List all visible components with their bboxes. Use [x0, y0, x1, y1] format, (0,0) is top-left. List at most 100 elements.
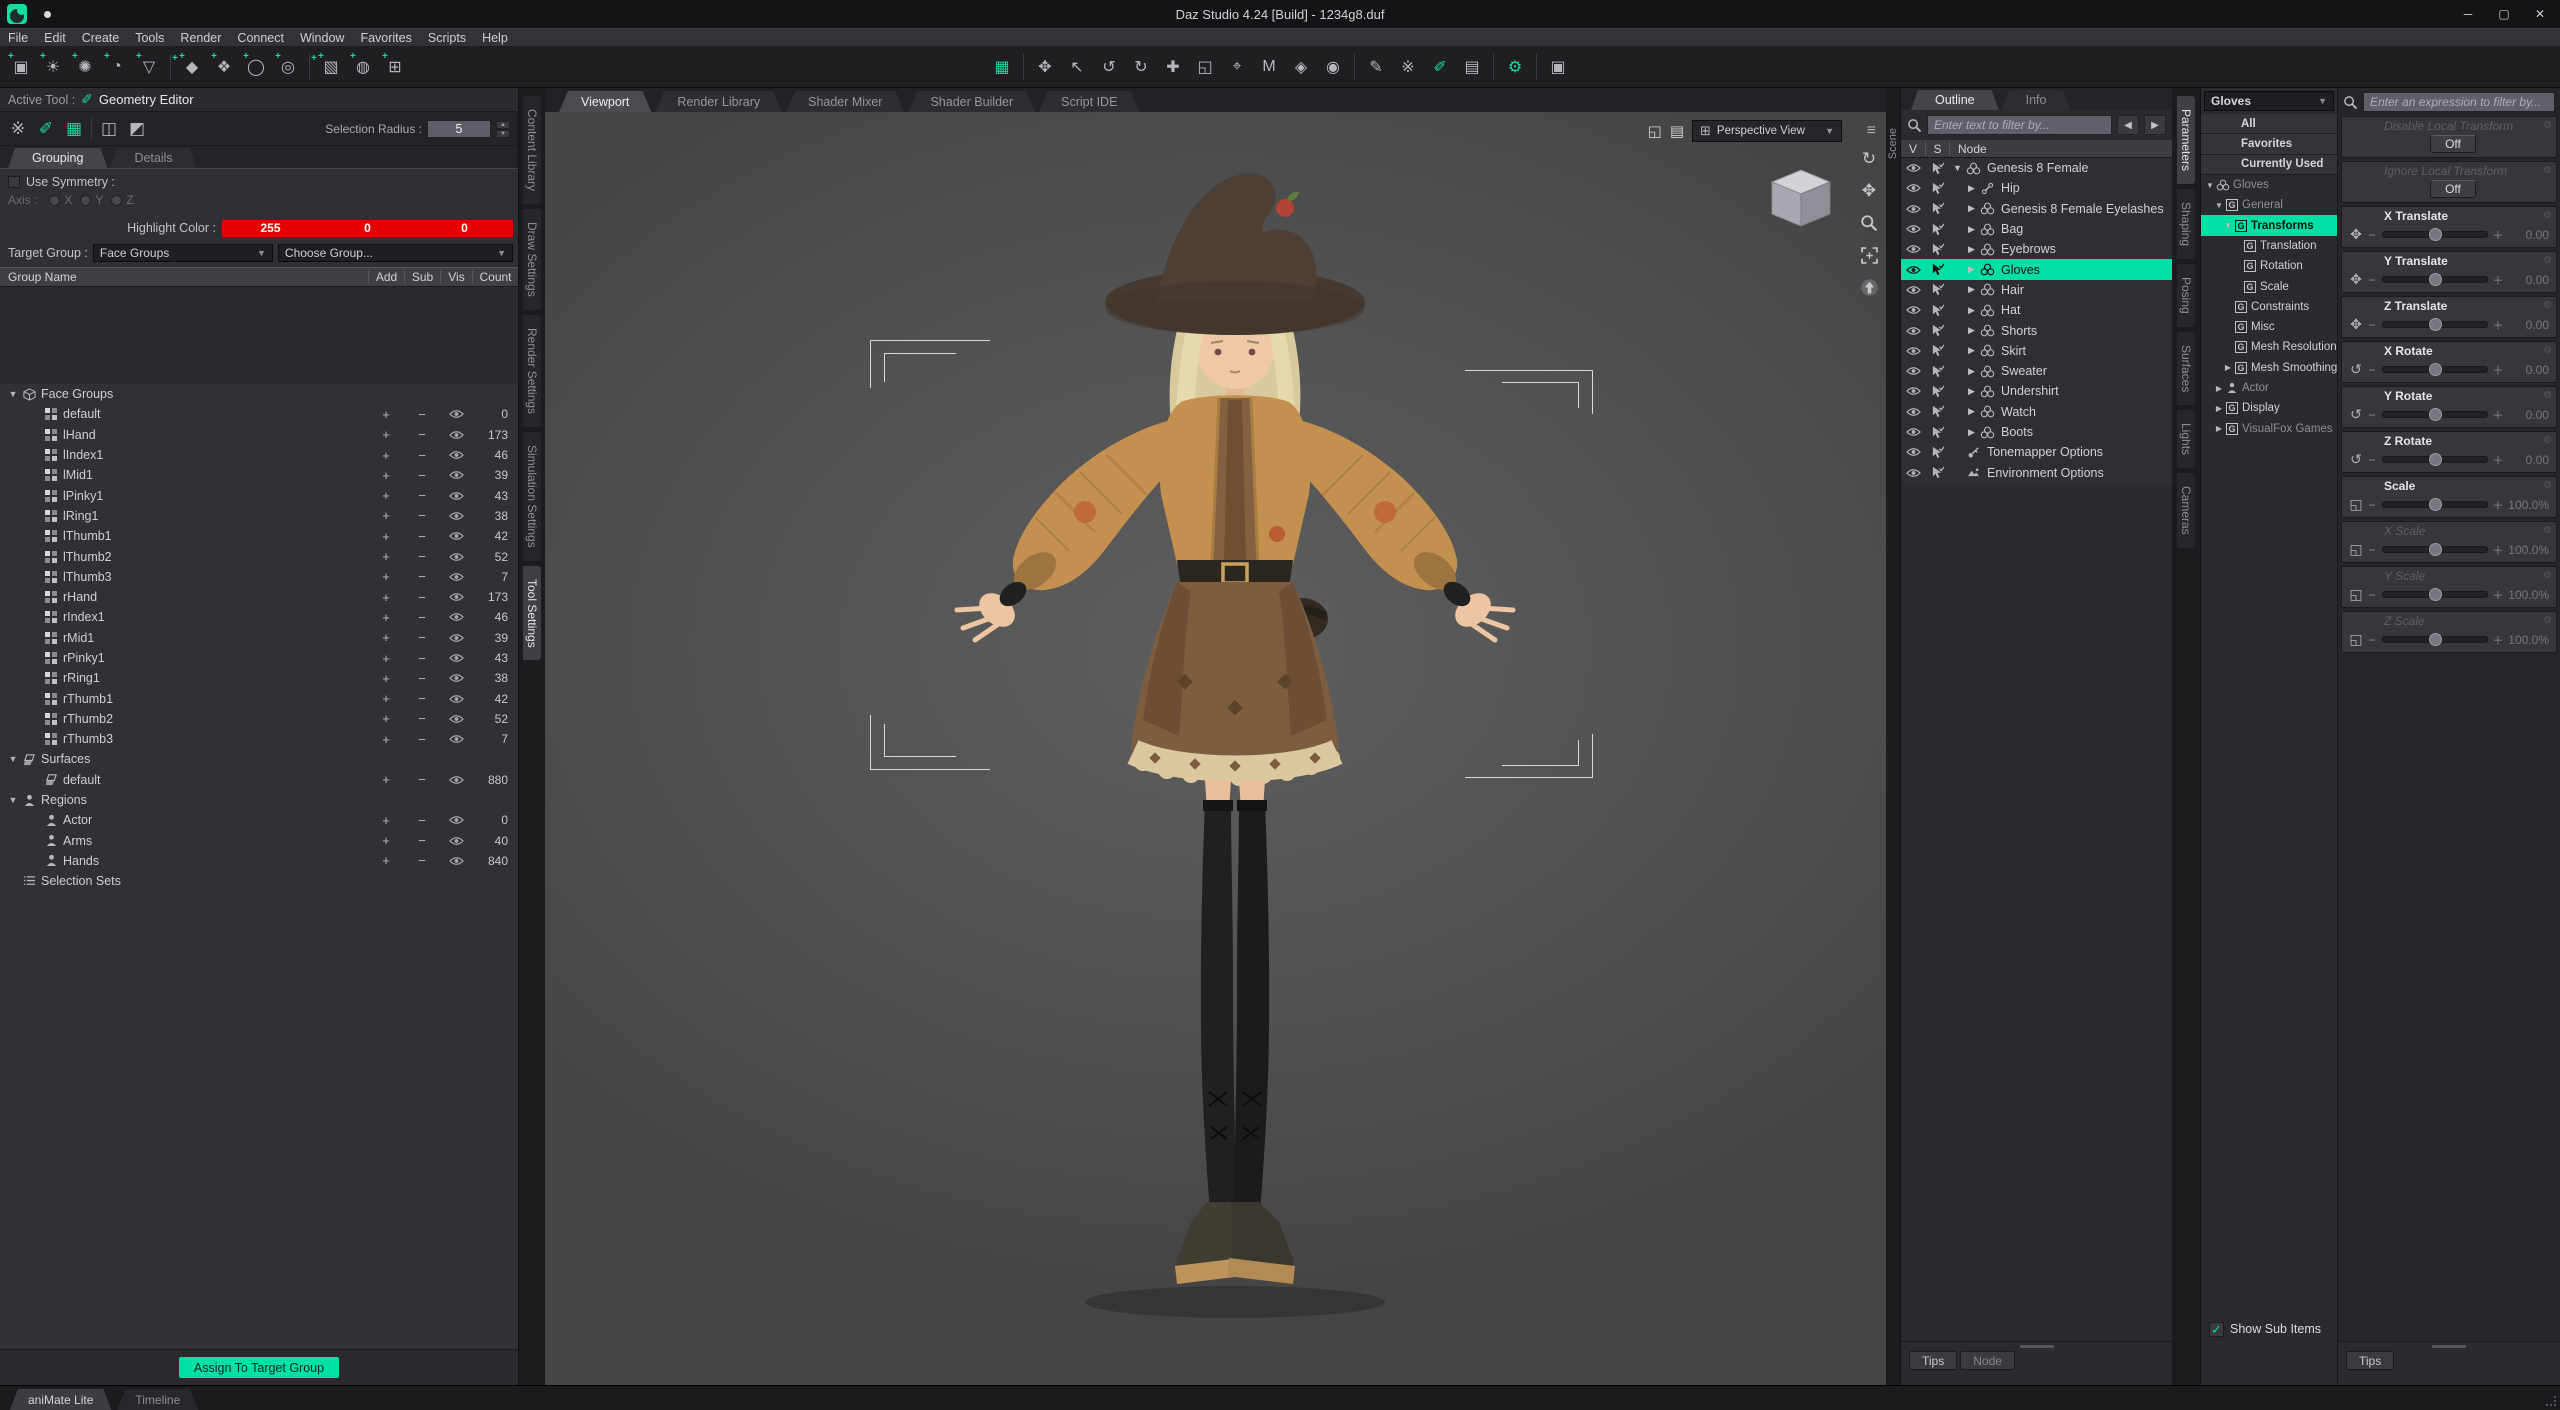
group-row[interactable]: lHand + − 173	[0, 425, 518, 445]
add-button[interactable]: +	[368, 853, 404, 868]
panel-foot-button[interactable]: Tips	[1909, 1351, 1958, 1370]
aspect-frame-icon[interactable]: ◱	[1648, 122, 1662, 140]
gear-icon[interactable]: ⚙	[2543, 165, 2552, 176]
parameters-node-selector[interactable]: Gloves ▼	[2204, 91, 2334, 111]
expander-arrow-icon[interactable]: ▶	[1965, 366, 1978, 377]
increment-button[interactable]: ＋	[2492, 407, 2504, 423]
viewport-tab[interactable]: Shader Mixer	[786, 91, 904, 112]
menu-item[interactable]: Favorites	[352, 31, 419, 45]
group-row[interactable]: lThumb3 + − 7	[0, 567, 518, 587]
geometry-tool-icon[interactable]: ▦	[60, 115, 88, 143]
create-toolbar-icon[interactable]: +	[309, 53, 317, 80]
dock-tab[interactable]: Tool Settings	[523, 565, 541, 661]
decrement-button[interactable]: −	[2366, 228, 2378, 242]
add-button[interactable]: +	[368, 590, 404, 605]
visibility-eye-icon[interactable]	[1901, 468, 1925, 478]
dock-tab[interactable]: Lights	[2177, 410, 2195, 469]
expander-arrow-icon[interactable]: ▼	[6, 754, 20, 764]
column-sub[interactable]: Sub	[404, 270, 440, 284]
minimize-button[interactable]: ─	[2450, 0, 2486, 28]
visibility-eye-icon[interactable]	[1901, 447, 1925, 457]
visibility-eye-icon[interactable]	[440, 653, 472, 663]
parameter-group-row[interactable]: ▼ Gloves	[2201, 175, 2337, 195]
menu-item[interactable]: Scripts	[420, 31, 474, 45]
viewport-tab[interactable]: Viewport	[559, 91, 651, 112]
tool-toolbar-icon[interactable]: ✥	[1030, 52, 1060, 82]
gear-icon[interactable]: ⚙	[2543, 300, 2552, 311]
group-row[interactable]: rThumb1 + − 42	[0, 688, 518, 708]
increment-button[interactable]: ＋	[2492, 632, 2504, 648]
expander-arrow-icon[interactable]: ▼	[2223, 221, 2233, 230]
selectable-cursor-icon[interactable]	[1925, 202, 1949, 215]
group-row[interactable]: lIndex1 + − 46	[0, 445, 518, 465]
scene-node-row[interactable]: ▶ Bag	[1901, 219, 2172, 239]
decrement-button[interactable]: −	[2366, 498, 2378, 512]
slider-handle[interactable]	[2428, 318, 2442, 331]
expander-arrow-icon[interactable]: ▶	[1965, 427, 1978, 438]
gear-icon[interactable]: ⚙	[2543, 480, 2552, 491]
choose-group-dropdown[interactable]: Choose Group... ▼	[277, 243, 513, 262]
group-row[interactable]: rHand + − 173	[0, 587, 518, 607]
column-count[interactable]: Count	[472, 270, 518, 284]
expander-arrow-icon[interactable]: ▶	[2214, 384, 2224, 393]
create-toolbar-icon[interactable]: + ☀	[38, 51, 68, 82]
selectable-cursor-icon[interactable]	[1925, 426, 1949, 439]
menu-item[interactable]: File	[0, 31, 36, 45]
selectable-cursor-icon[interactable]	[1925, 162, 1949, 175]
dock-tab[interactable]: Posing	[2177, 264, 2195, 327]
increment-button[interactable]: ＋	[2492, 317, 2504, 333]
expander-arrow-icon[interactable]: ▼	[2205, 181, 2215, 190]
increment-button[interactable]: ＋	[2492, 497, 2504, 513]
add-button[interactable]: +	[368, 407, 404, 422]
geometry-tool-icon[interactable]: ※	[4, 115, 32, 143]
decrement-button[interactable]: −	[2366, 453, 2378, 467]
filter-prev-icon[interactable]: ◀	[2117, 115, 2139, 135]
selectable-cursor-icon[interactable]	[1925, 243, 1949, 256]
add-button[interactable]: +	[368, 508, 404, 523]
scene-node-row[interactable]: ▶ Sweater	[1901, 361, 2172, 381]
visibility-eye-icon[interactable]	[1901, 305, 1925, 315]
subtract-button[interactable]: −	[404, 590, 440, 605]
subtract-button[interactable]: −	[404, 732, 440, 747]
dock-tab[interactable]: Shaping	[2177, 189, 2195, 260]
parameter-slider[interactable]	[2382, 453, 2488, 466]
selection-radius-stepper[interactable]: ▲ ▼	[496, 120, 510, 138]
create-toolbar-icon[interactable]: + ▽	[134, 51, 164, 82]
create-toolbar-icon[interactable]: + ◆	[177, 51, 207, 82]
decrement-button[interactable]: −	[2366, 588, 2378, 602]
tool-toolbar-icon[interactable]: ※	[1393, 52, 1423, 82]
visibility-eye-icon[interactable]	[1901, 163, 1925, 173]
scene-node-row[interactable]: ▶ Eyebrows	[1901, 239, 2172, 259]
dock-tab[interactable]: Render Settings	[523, 314, 541, 427]
expander-arrow-icon[interactable]: ▶	[2214, 404, 2224, 413]
visibility-eye-icon[interactable]	[1901, 183, 1925, 193]
geometry-tool-icon[interactable]	[91, 117, 92, 140]
gear-icon[interactable]: ⚙	[2543, 435, 2552, 446]
scene-node-row[interactable]: Environment Options	[1901, 462, 2172, 482]
decrement-button[interactable]: −	[2366, 633, 2378, 647]
parameter-group-row[interactable]: Rotation	[2201, 256, 2337, 276]
close-button[interactable]: ✕	[2522, 0, 2558, 28]
frame-camera-icon[interactable]	[1858, 244, 1880, 266]
parameter-value[interactable]: 0.00	[2504, 228, 2552, 242]
tool-toolbar-icon[interactable]: ↖	[1062, 52, 1092, 82]
expander-arrow-icon[interactable]: ▶	[2223, 363, 2233, 372]
parameter-group-row[interactable]: Favorites	[2201, 134, 2337, 155]
parameter-value[interactable]: 100.0%	[2504, 588, 2552, 602]
selectable-cursor-icon[interactable]	[1925, 385, 1949, 398]
subtract-button[interactable]: −	[404, 651, 440, 666]
pan-camera-icon[interactable]: ✥	[1858, 180, 1880, 202]
parameter-group-row[interactable]: All	[2201, 114, 2337, 135]
scene-node-row[interactable]: ▼ Genesis 8 Female	[1901, 158, 2172, 178]
tool-toolbar-icon[interactable]	[1536, 53, 1537, 80]
group-row[interactable]: lPinky1 + − 43	[0, 485, 518, 505]
visibility-eye-icon[interactable]	[440, 633, 472, 643]
group-row[interactable]: Actor + − 0	[0, 810, 518, 830]
parameter-value[interactable]: 0.00	[2504, 273, 2552, 287]
group-row[interactable]: rPinky1 + − 43	[0, 648, 518, 668]
add-button[interactable]: +	[368, 630, 404, 645]
expander-arrow-icon[interactable]: ▶	[1965, 264, 1978, 275]
create-toolbar-icon[interactable]: + ◍	[348, 51, 378, 82]
visibility-eye-icon[interactable]	[1901, 244, 1925, 254]
selectable-cursor-icon[interactable]	[1925, 446, 1949, 459]
